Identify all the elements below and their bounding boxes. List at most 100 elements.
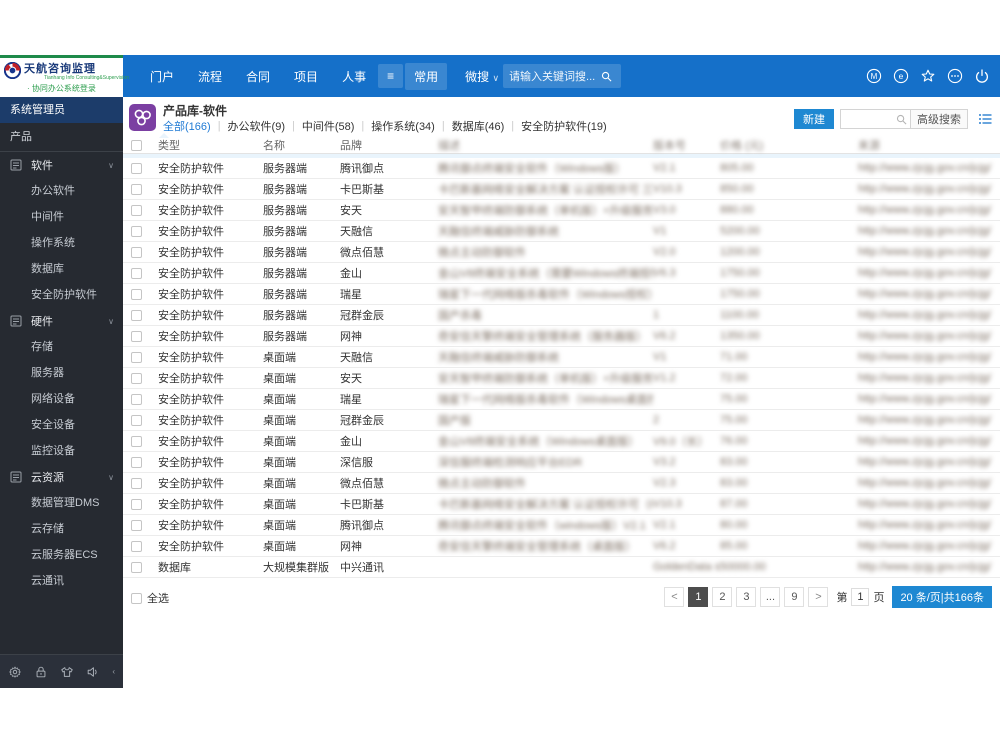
tab-办公软件(9)[interactable]: 办公软件(9) bbox=[228, 118, 285, 134]
cell-source[interactable]: http://www.zjcjg.gov.cn/jcjg/ bbox=[858, 372, 1000, 384]
m-badge-icon[interactable]: M bbox=[866, 68, 882, 84]
cell-source[interactable]: http://www.zjcjg.gov.cn/jcjg/ bbox=[858, 204, 1000, 216]
table-row[interactable]: 安全防护软件 桌面端 瑞星 瑞星下一代网络版杀毒软件（Windows桌面授权） 75.0… bbox=[123, 389, 1000, 410]
sidebar-item-监控设备[interactable]: 监控设备 bbox=[0, 438, 123, 464]
sidebar-item-product[interactable]: 产品 bbox=[0, 123, 123, 152]
nav-item-合同[interactable]: 合同 bbox=[236, 64, 280, 89]
sidebar-item-云服务器ECS[interactable]: 云服务器ECS bbox=[0, 542, 123, 568]
cell-source[interactable]: http://www.zjcjg.gov.cn/jcjg/ bbox=[858, 393, 1000, 405]
table-row[interactable]: 安全防护软件 桌面端 金山 金山V8终端安全系统（Windows桌面版） V9.0（长）… bbox=[123, 431, 1000, 452]
row-checkbox[interactable] bbox=[131, 288, 142, 300]
table-row[interactable]: 安全防护软件 服务器端 瑞星 瑞星下一代网络版杀毒软件（Windows授权） 1750.… bbox=[123, 284, 1000, 305]
row-checkbox[interactable] bbox=[131, 183, 142, 195]
search-scope-dropdown[interactable]: 微搜 ∨ bbox=[465, 68, 499, 85]
row-checkbox[interactable] bbox=[131, 393, 142, 405]
table-row[interactable]: 安全防护软件 服务器端 天融信 天融信终端威胁防御系统 V1 5200.00 http://… bbox=[123, 221, 1000, 242]
row-checkbox[interactable] bbox=[131, 204, 142, 216]
row-checkbox[interactable] bbox=[131, 225, 142, 237]
row-checkbox[interactable] bbox=[131, 498, 142, 510]
sidebar-group-云资源[interactable]: 云资源 ∨ bbox=[0, 464, 123, 490]
cell-source[interactable]: http://www.zjcjg.gov.cn/jcjg/ bbox=[858, 519, 1000, 531]
next-page-button[interactable]: > bbox=[808, 587, 829, 607]
page-button-3[interactable]: 3 bbox=[736, 587, 757, 607]
table-row[interactable]: 安全防护软件 服务器端 冠群金辰 国产杀毒 1 1100.00 http://www.zjc… bbox=[123, 305, 1000, 326]
table-row[interactable]: 安全防护软件 桌面端 腾讯御点 腾讯御点终端安全软件（windows版）V2.1 V2.… bbox=[123, 515, 1000, 536]
table-row[interactable]: 安全防护软件 桌面端 安天 安天智甲终端防御系统（单机版）+升级服务 V1.2 72.00… bbox=[123, 368, 1000, 389]
row-checkbox[interactable] bbox=[131, 561, 142, 573]
tab-安全防护软件(19)[interactable]: 安全防护软件(19) bbox=[521, 118, 607, 134]
row-checkbox[interactable] bbox=[131, 435, 142, 447]
page-button-2[interactable]: 2 bbox=[712, 587, 733, 607]
sidebar-item-网络设备[interactable]: 网络设备 bbox=[0, 386, 123, 412]
nav-item-门户[interactable]: 门户 bbox=[140, 64, 184, 89]
row-checkbox[interactable] bbox=[131, 162, 142, 174]
column-header-1[interactable]: 类型 bbox=[158, 137, 263, 153]
sidebar-item-操作系统[interactable]: 操作系统 bbox=[0, 230, 123, 256]
row-checkbox[interactable] bbox=[131, 540, 142, 552]
sidebar-item-中间件[interactable]: 中间件 bbox=[0, 204, 123, 230]
gear-settings-icon[interactable] bbox=[8, 665, 22, 679]
cell-source[interactable]: http://www.zjcjg.gov.cn/jcjg/ bbox=[858, 267, 1000, 279]
sidebar-item-存储[interactable]: 存储 bbox=[0, 334, 123, 360]
star-favorites-icon[interactable] bbox=[920, 68, 936, 84]
table-row[interactable]: 安全防护软件 桌面端 天融信 天融信终端威胁防御系统 V1 71.00 http://www… bbox=[123, 347, 1000, 368]
nav-more-button[interactable]: ≡ bbox=[378, 64, 404, 88]
table-search-input[interactable] bbox=[841, 110, 893, 128]
nav-item-流程[interactable]: 流程 bbox=[188, 64, 232, 89]
row-checkbox[interactable] bbox=[131, 414, 142, 426]
prev-page-button[interactable]: < bbox=[664, 587, 685, 607]
row-checkbox[interactable] bbox=[131, 246, 142, 258]
more-options-icon[interactable] bbox=[947, 68, 963, 84]
header-checkbox[interactable] bbox=[131, 139, 142, 151]
advanced-search-button[interactable]: 高级搜索 bbox=[910, 110, 967, 128]
sidebar-item-安全防护软件[interactable]: 安全防护软件 bbox=[0, 282, 123, 308]
sidebar-item-云存储[interactable]: 云存储 bbox=[0, 516, 123, 542]
cell-source[interactable]: http://www.zjcjg.gov.cn/jcjg/ bbox=[858, 183, 1000, 195]
speaker-sound-icon[interactable] bbox=[86, 665, 100, 679]
row-checkbox[interactable] bbox=[131, 267, 142, 279]
table-row[interactable]: 安全防护软件 服务器端 网神 奇安信天擎终端安全管理系统（服务器版） V6.2 1350.… bbox=[123, 326, 1000, 347]
table-row[interactable]: 安全防护软件 桌面端 微点佰慧 微点主动防御软件 V2.3 83.00 http://www… bbox=[123, 473, 1000, 494]
column-header-7[interactable]: 来源 bbox=[858, 137, 1000, 153]
nav-quick-button[interactable]: 常用 bbox=[405, 62, 448, 90]
cell-source[interactable]: http://www.zjcjg.gov.cn/jcjg/ bbox=[858, 246, 1000, 258]
sidebar-item-数据库[interactable]: 数据库 bbox=[0, 256, 123, 282]
table-row[interactable]: 安全防护软件 桌面端 卡巴斯基 卡巴斯基网络安全解决方案 认证授权许可（KL... V1… bbox=[123, 494, 1000, 515]
row-checkbox[interactable] bbox=[131, 519, 142, 531]
row-checkbox[interactable] bbox=[131, 456, 142, 468]
row-checkbox[interactable] bbox=[131, 351, 142, 363]
power-logout-icon[interactable] bbox=[974, 68, 990, 84]
theme-shirt-icon[interactable] bbox=[60, 665, 74, 679]
sidebar-item-办公软件[interactable]: 办公软件 bbox=[0, 178, 123, 204]
tab-中间件(58)[interactable]: 中间件(58) bbox=[302, 118, 355, 134]
nav-item-人事[interactable]: 人事 bbox=[332, 64, 376, 89]
tab-全部(166)[interactable]: 全部(166) bbox=[163, 118, 211, 134]
table-row[interactable]: 数据库 大规模集群版中兴通讯 GoldenData s...50000.00 http… bbox=[123, 557, 1000, 578]
cell-source[interactable]: http://www.zjcjg.gov.cn/jcjg/ bbox=[858, 288, 1000, 300]
cell-source[interactable]: http://www.zjcjg.gov.cn/jcjg/ bbox=[858, 162, 1000, 174]
column-header-2[interactable]: 名称 bbox=[263, 137, 340, 153]
cell-source[interactable]: http://www.zjcjg.gov.cn/jcjg/ bbox=[858, 540, 1000, 552]
tab-操作系统(34)[interactable]: 操作系统(34) bbox=[371, 118, 435, 134]
table-row[interactable]: 安全防护软件 服务器端 金山 金山V8终端安全系统（需要Windows终端授权） V6.… bbox=[123, 263, 1000, 284]
column-header-6[interactable]: 价格 (元) bbox=[720, 137, 858, 153]
table-row[interactable]: 安全防护软件 服务器端 腾讯御点 腾讯御点终端安全软件（Windows版） V2.1 80… bbox=[123, 158, 1000, 179]
sidebar-item-数据管理DMS[interactable]: 数据管理DMS bbox=[0, 490, 123, 516]
sidebar-item-服务器[interactable]: 服务器 bbox=[0, 360, 123, 386]
cell-source[interactable]: http://www.zjcjg.gov.cn/jcjg/ bbox=[858, 225, 1000, 237]
page-button-1[interactable]: 1 bbox=[688, 587, 709, 607]
new-button[interactable]: 新建 bbox=[794, 109, 834, 129]
table-row[interactable]: 安全防护软件 桌面端 深信服 深信服终端检测响应平台EDR V3.2 83.00 http:… bbox=[123, 452, 1000, 473]
sidebar-group-软件[interactable]: 软件 ∨ bbox=[0, 152, 123, 178]
cell-source[interactable]: http://www.zjcjg.gov.cn/jcjg/ bbox=[858, 498, 1000, 510]
cell-source[interactable]: http://www.zjcjg.gov.cn/jcjg/ bbox=[858, 309, 1000, 321]
sidebar-item-云通讯[interactable]: 云通讯 bbox=[0, 568, 123, 594]
cell-source[interactable]: http://www.zjcjg.gov.cn/jcjg/ bbox=[858, 330, 1000, 342]
list-view-icon[interactable] bbox=[978, 112, 992, 126]
cell-source[interactable]: http://www.zjcjg.gov.cn/jcjg/ bbox=[858, 477, 1000, 489]
message-icon[interactable]: e bbox=[893, 68, 909, 84]
nav-item-项目[interactable]: 项目 bbox=[284, 64, 328, 89]
sidebar-item-安全设备[interactable]: 安全设备 bbox=[0, 412, 123, 438]
tab-数据库(46)[interactable]: 数据库(46) bbox=[452, 118, 505, 134]
collapse-chevron-icon[interactable]: ‹ bbox=[112, 667, 115, 676]
